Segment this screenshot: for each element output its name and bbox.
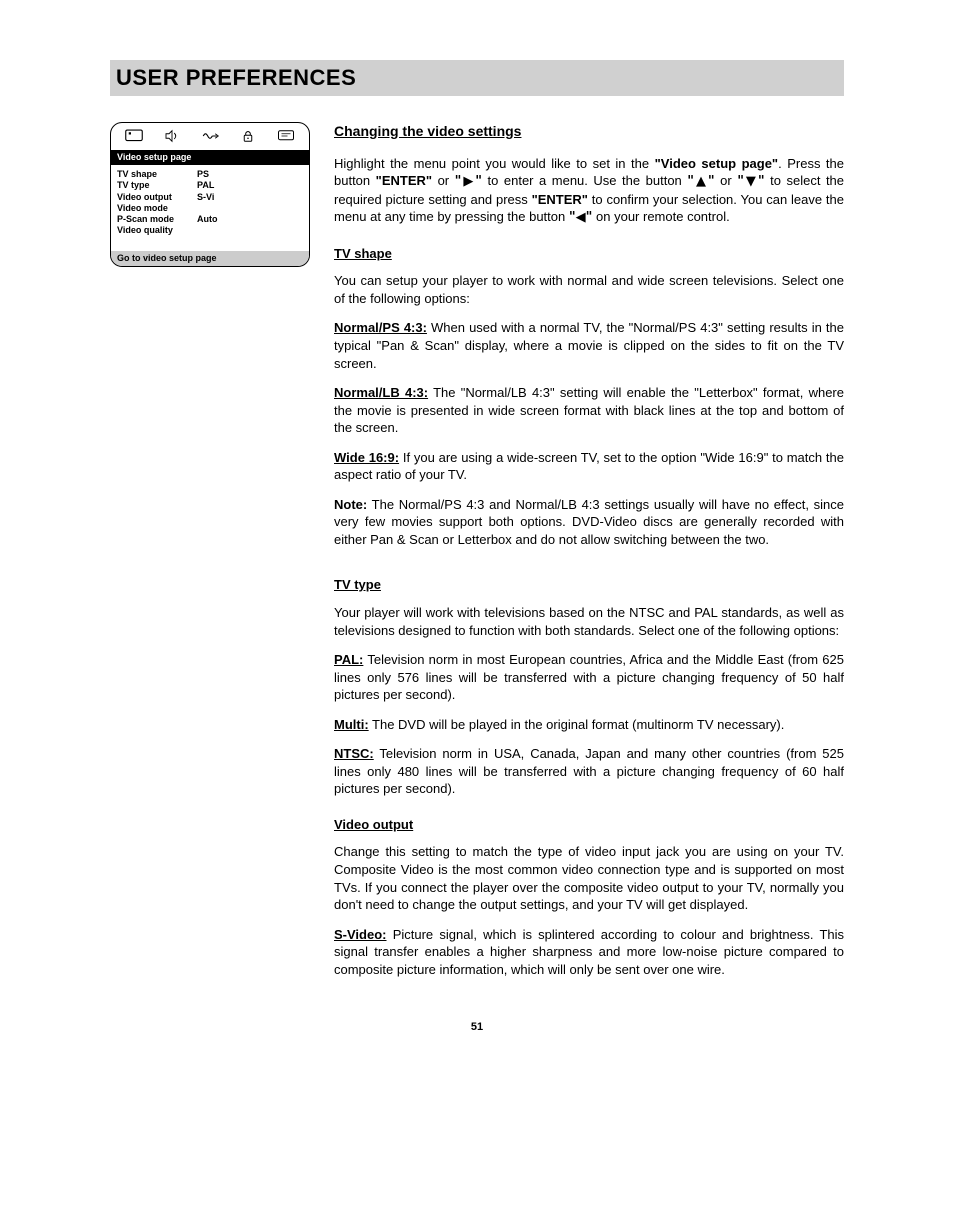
paragraph: NTSC: Television norm in USA, Canada, Ja…	[334, 745, 844, 798]
label: Normal/PS 4:3:	[334, 320, 427, 335]
sub-heading: Video output	[334, 816, 844, 834]
text: Picture signal, which is splintered acco…	[334, 927, 844, 977]
paragraph: You can setup your player to work with n…	[334, 272, 844, 307]
page-title-bar: USER PREFERENCES	[110, 60, 844, 96]
paragraph: PAL: Television norm in most European co…	[334, 651, 844, 704]
osd-value: PAL	[197, 180, 214, 191]
label: Multi:	[334, 717, 369, 732]
osd-panel: Video setup page TV shapePS TV typePAL V…	[110, 122, 310, 267]
osd-row: Video quality	[117, 225, 303, 236]
osd-row: Video mode	[117, 203, 303, 214]
paragraph: Change this setting to match the type of…	[334, 843, 844, 913]
text: to enter a menu. Use the button	[482, 173, 687, 188]
text: or	[715, 173, 738, 188]
osd-icon-row	[111, 123, 309, 150]
text-bold: "ENTER"	[532, 192, 588, 207]
text: on your remote control.	[592, 209, 729, 224]
label: S-Video:	[334, 927, 387, 942]
label: Wide 16:9:	[334, 450, 399, 465]
osd-value: PS	[197, 169, 209, 180]
osd-row: Video outputS-Vi	[117, 192, 303, 203]
text: If you are using a wide-screen TV, set t…	[334, 450, 844, 483]
down-arrow-icon: "▼"	[737, 174, 764, 189]
section-heading: Changing the video settings	[334, 122, 844, 141]
left-arrow-icon: "◀"	[569, 210, 593, 225]
text: Television norm in most European countri…	[334, 652, 844, 702]
text: or	[432, 173, 455, 188]
paragraph: Note: The Normal/PS 4:3 and Normal/LB 4:…	[334, 496, 844, 549]
osd-footer: Go to video setup page	[111, 251, 309, 266]
paragraph: Normal/LB 4:3: The "Normal/LB 4:3" setti…	[334, 384, 844, 437]
text: Highlight the menu point you would like …	[334, 156, 655, 171]
osd-heading: Video setup page	[111, 150, 309, 165]
osd-value: S-Vi	[197, 192, 214, 203]
speaker-icon	[163, 129, 181, 146]
osd-row: TV typePAL	[117, 180, 303, 191]
text: The DVD will be played in the original f…	[369, 717, 785, 732]
osd-value: Auto	[197, 214, 218, 225]
osd-row: TV shapePS	[117, 169, 303, 180]
osd-row: P-Scan modeAuto	[117, 214, 303, 225]
text: Television norm in USA, Canada, Japan an…	[334, 746, 844, 796]
osd-label: TV type	[117, 180, 197, 191]
paragraph: Your player will work with televisions b…	[334, 604, 844, 639]
wave-icon	[201, 129, 219, 146]
osd-label: Video output	[117, 192, 197, 203]
paragraph: Normal/PS 4:3: When used with a normal T…	[334, 319, 844, 372]
label: NTSC:	[334, 746, 374, 761]
paragraph: S-Video: Picture signal, which is splint…	[334, 926, 844, 979]
osd-label: TV shape	[117, 169, 197, 180]
right-arrow-icon: "▶"	[455, 174, 482, 189]
sub-heading: TV type	[334, 576, 844, 594]
label: Note:	[334, 497, 367, 512]
text-bold: "Video setup page"	[655, 156, 779, 171]
label: Normal/LB 4:3:	[334, 385, 428, 400]
sub-heading: TV shape	[334, 245, 844, 263]
screen-icon	[125, 129, 143, 146]
label: PAL:	[334, 652, 363, 667]
osd-label: Video mode	[117, 203, 197, 214]
lock-icon	[239, 129, 257, 146]
paragraph: Multi: The DVD will be played in the ori…	[334, 716, 844, 734]
osd-label: P-Scan mode	[117, 214, 197, 225]
text-bold: "ENTER"	[376, 173, 432, 188]
osd-label: Video quality	[117, 225, 197, 236]
intro-paragraph: Highlight the menu point you would like …	[334, 155, 844, 227]
page-title: USER PREFERENCES	[116, 65, 356, 90]
up-arrow-icon: "▲"	[687, 174, 714, 189]
text: The Normal/PS 4:3 and Normal/LB 4:3 sett…	[334, 497, 844, 547]
page-number: 51	[110, 1020, 844, 1035]
content: Changing the video settings Highlight th…	[334, 122, 844, 991]
chat-icon	[277, 129, 295, 146]
paragraph: Wide 16:9: If you are using a wide-scree…	[334, 449, 844, 484]
